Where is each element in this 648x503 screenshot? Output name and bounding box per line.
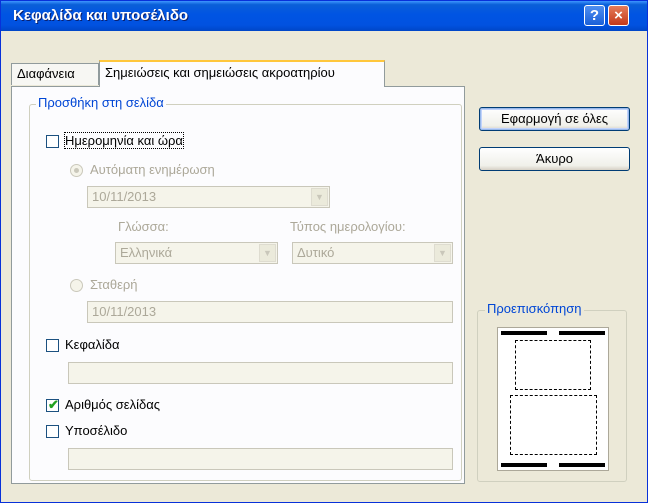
footer-checkbox[interactable] — [46, 425, 59, 438]
preview-label: Προεπισκόπηση — [485, 301, 584, 316]
tab-notes-handouts[interactable]: Σημειώσεις και σημειώσεις ακροατηρίου — [99, 60, 385, 87]
page-number-checkbox[interactable]: ✔ — [46, 397, 59, 412]
fixed-date-input[interactable]: 10/11/2013 — [87, 301, 453, 323]
auto-date-select[interactable]: 10/11/2013 ▼ — [87, 186, 330, 208]
fixed-label: Σταθερή — [90, 277, 138, 292]
preview-slide-placeholder — [515, 340, 591, 390]
date-time-label[interactable]: Ημερομηνία και ώρα — [64, 132, 184, 149]
group-label: Προσθήκη στη σελίδα — [36, 95, 166, 110]
preview-page-number-placeholder — [559, 463, 605, 467]
page-number-label[interactable]: Αριθμός σελίδας — [65, 397, 160, 412]
preview-header-right-placeholder — [559, 331, 605, 335]
cancel-button[interactable]: Άκυρο — [479, 147, 630, 171]
date-time-checkbox[interactable] — [46, 135, 59, 148]
chevron-down-icon[interactable]: ▼ — [311, 188, 328, 206]
window-title: Κεφαλίδα και υποσέλιδο — [13, 7, 189, 24]
preview-notes-placeholder — [510, 395, 597, 455]
language-value: Ελληνικά — [120, 245, 173, 260]
auto-update-radio[interactable] — [70, 164, 83, 177]
apply-to-all-button[interactable]: Εφαρμογή σε όλες — [479, 107, 630, 131]
calendar-type-label: Τύπος ημερολογίου: — [290, 219, 406, 234]
radio-dot — [74, 168, 79, 173]
preview-footer-left-placeholder — [501, 463, 547, 467]
header-label[interactable]: Κεφαλίδα — [65, 337, 120, 352]
preview-header-left-placeholder — [501, 331, 547, 335]
footer-input[interactable] — [68, 448, 453, 470]
language-label: Γλώσσα: — [118, 219, 169, 234]
header-checkbox[interactable] — [46, 339, 59, 352]
preview-page — [497, 327, 609, 471]
close-button[interactable]: × — [608, 5, 629, 26]
title-bar[interactable]: Κεφαλίδα και υποσέλιδο ? × — [1, 1, 647, 31]
footer-label[interactable]: Υποσέλιδο — [65, 423, 127, 438]
auto-date-value: 10/11/2013 — [92, 189, 157, 204]
calendar-type-value: Δυτικό — [297, 245, 335, 260]
chevron-down-icon[interactable]: ▼ — [259, 244, 276, 262]
header-input[interactable] — [68, 362, 453, 384]
language-select[interactable]: Ελληνικά ▼ — [115, 242, 278, 264]
check-icon: ✔ — [48, 397, 59, 412]
tab-slide[interactable]: Διαφάνεια — [11, 63, 99, 85]
chevron-down-icon[interactable]: ▼ — [434, 244, 451, 262]
help-button[interactable]: ? — [584, 5, 605, 26]
calendar-type-select[interactable]: Δυτικό ▼ — [292, 242, 453, 264]
auto-update-label: Αυτόματη ενημέρωση — [90, 162, 215, 177]
fixed-radio[interactable] — [70, 279, 83, 292]
